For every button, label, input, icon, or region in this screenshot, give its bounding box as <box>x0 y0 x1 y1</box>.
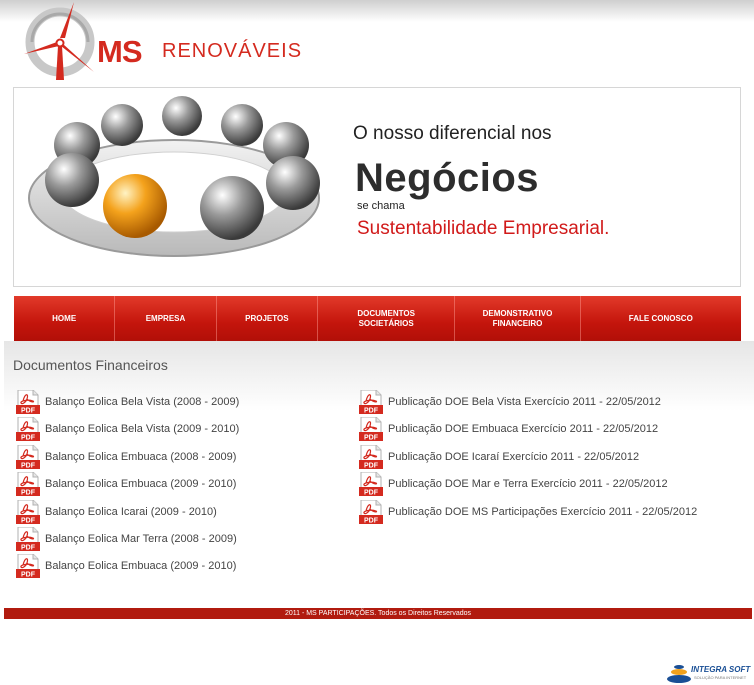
logo-ms-text: MS <box>97 34 142 69</box>
document-link[interactable]: PDF Balanço Eolica Embuaca (2009 - 2010) <box>16 472 237 497</box>
document-link-label: Publicação DOE MS Participações Exercíci… <box>388 505 698 518</box>
nav-empresa[interactable]: EMPRESA <box>115 296 217 341</box>
document-link[interactable]: PDF Publicação DOE Embuaca Exercício 2011… <box>359 417 659 442</box>
pdf-file-icon: PDF <box>16 499 40 524</box>
pdf-file-icon: PDF <box>359 472 383 497</box>
document-link[interactable]: PDF Balanço Eolica Icarai (2009 - 2010) <box>16 499 217 524</box>
svg-text:PDF: PDF <box>21 435 36 442</box>
document-link-label: Balanço Eolica Bela Vista (2008 - 2009) <box>45 396 240 408</box>
pdf-file-icon: PDF <box>359 390 383 414</box>
document-link[interactable]: PDF Publicação DOE Bela Vista Exercício 2… <box>359 390 661 414</box>
document-link-label: Balanço Eolica Bela Vista (2009 - 2010) <box>45 423 240 436</box>
svg-text:PDF: PDF <box>21 572 36 579</box>
nav-fale-conosco[interactable]: FALE CONOSCO <box>581 296 741 341</box>
document-link[interactable]: PDF Balanço Eolica Bela Vista (2008 - 200… <box>16 390 240 414</box>
nav-home[interactable]: HOME <box>14 296 116 341</box>
svg-text:PDF: PDF <box>21 517 36 524</box>
document-link[interactable]: PDF Publicação DOE MS Participações Exerc… <box>359 499 698 524</box>
page-title: Documentos Financeiros <box>13 357 168 373</box>
document-link[interactable]: PDF Balanço Eolica Mar Terra (2008 - 2009… <box>16 527 237 551</box>
spheres-illustration <box>28 96 320 257</box>
document-link-label: Publicação DOE Embuaca Exercício 2011 - … <box>388 423 659 436</box>
integra-soft-logo-icon <box>667 665 691 683</box>
banner-line-3: se chama <box>357 200 405 212</box>
svg-text:PDF: PDF <box>21 462 36 469</box>
pdf-file-icon: PDF <box>16 417 40 442</box>
pdf-file-icon: PDF <box>359 499 383 524</box>
pdf-file-icon: PDF <box>16 472 40 497</box>
site-logo[interactable]: MS RENOVÁVEIS <box>12 2 312 82</box>
integra-soft-credit[interactable]: INTEGRA SOFT SOLUÇÃO PARA INTERNET <box>666 663 750 685</box>
pdf-file-icon: PDF <box>16 527 40 551</box>
hero-banner: O nosso diferencial nos Negócios se cham… <box>13 87 741 287</box>
document-link[interactable]: PDF Publicação DOE Icaraí Exercício 2011 … <box>359 444 640 469</box>
banner-line-1: O nosso diferencial nos <box>353 123 552 144</box>
document-link-label: Publicação DOE Bela Vista Exercício 2011… <box>388 396 661 408</box>
banner-headline: Negócios <box>355 156 540 200</box>
integra-soft-name: INTEGRA SOFT <box>691 665 751 674</box>
nav-demonstrativo-financeiro[interactable]: DEMONSTRATIVO FINANCEIRO <box>455 296 581 341</box>
svg-text:PDF: PDF <box>364 407 379 414</box>
document-link[interactable]: PDF Balanço Eolica Embuaca (2009 - 2010) <box>16 554 237 579</box>
logo-renovaveis-text: RENOVÁVEIS <box>162 40 303 62</box>
document-link-label: Balanço Eolica Mar Terra (2008 - 2009) <box>45 533 237 545</box>
document-link[interactable]: PDF Balanço Eolica Embuaca (2008 - 2009) <box>16 444 237 469</box>
svg-text:PDF: PDF <box>364 435 379 442</box>
integra-soft-tagline: SOLUÇÃO PARA INTERNET <box>694 675 747 680</box>
svg-text:PDF: PDF <box>21 407 36 414</box>
document-link-label: Balanço Eolica Embuaca (2009 - 2010) <box>45 560 237 573</box>
banner-line-4: Sustentabilidade Empresarial. <box>357 218 610 239</box>
pdf-file-icon: PDF <box>359 444 383 469</box>
document-link-label: Balanço Eolica Embuaca (2009 - 2010) <box>45 478 237 491</box>
document-link-label: Publicação DOE Mar e Terra Exercício 201… <box>388 478 668 491</box>
document-link-label: Publicação DOE Icaraí Exercício 2011 - 2… <box>388 450 640 463</box>
document-link[interactable]: PDF Balanço Eolica Bela Vista (2009 - 201… <box>16 417 240 442</box>
pdf-file-icon: PDF <box>16 444 40 469</box>
pdf-file-icon: PDF <box>359 417 383 442</box>
footer-bar: 2011 - MS PARTICIPAÇÕES. Todos os Direit… <box>4 608 752 619</box>
nav-projetos[interactable]: PROJETOS <box>217 296 318 341</box>
pdf-file-icon: PDF <box>16 390 40 414</box>
svg-text:PDF: PDF <box>364 489 379 496</box>
main-nav: HOME EMPRESA PROJETOS DOCUMENTOS SOCIETÁ… <box>14 296 741 341</box>
svg-text:PDF: PDF <box>21 544 36 551</box>
nav-documentos-societarios[interactable]: DOCUMENTOS SOCIETÁRIOS <box>318 296 456 341</box>
svg-text:PDF: PDF <box>364 517 379 524</box>
document-link-label: Balanço Eolica Embuaca (2008 - 2009) <box>45 450 237 463</box>
document-link-label: Balanço Eolica Icarai (2009 - 2010) <box>45 505 217 518</box>
svg-text:PDF: PDF <box>364 462 379 469</box>
document-link[interactable]: PDF Publicação DOE Mar e Terra Exercício … <box>359 472 668 497</box>
svg-text:PDF: PDF <box>21 489 36 496</box>
pdf-file-icon: PDF <box>16 554 40 579</box>
